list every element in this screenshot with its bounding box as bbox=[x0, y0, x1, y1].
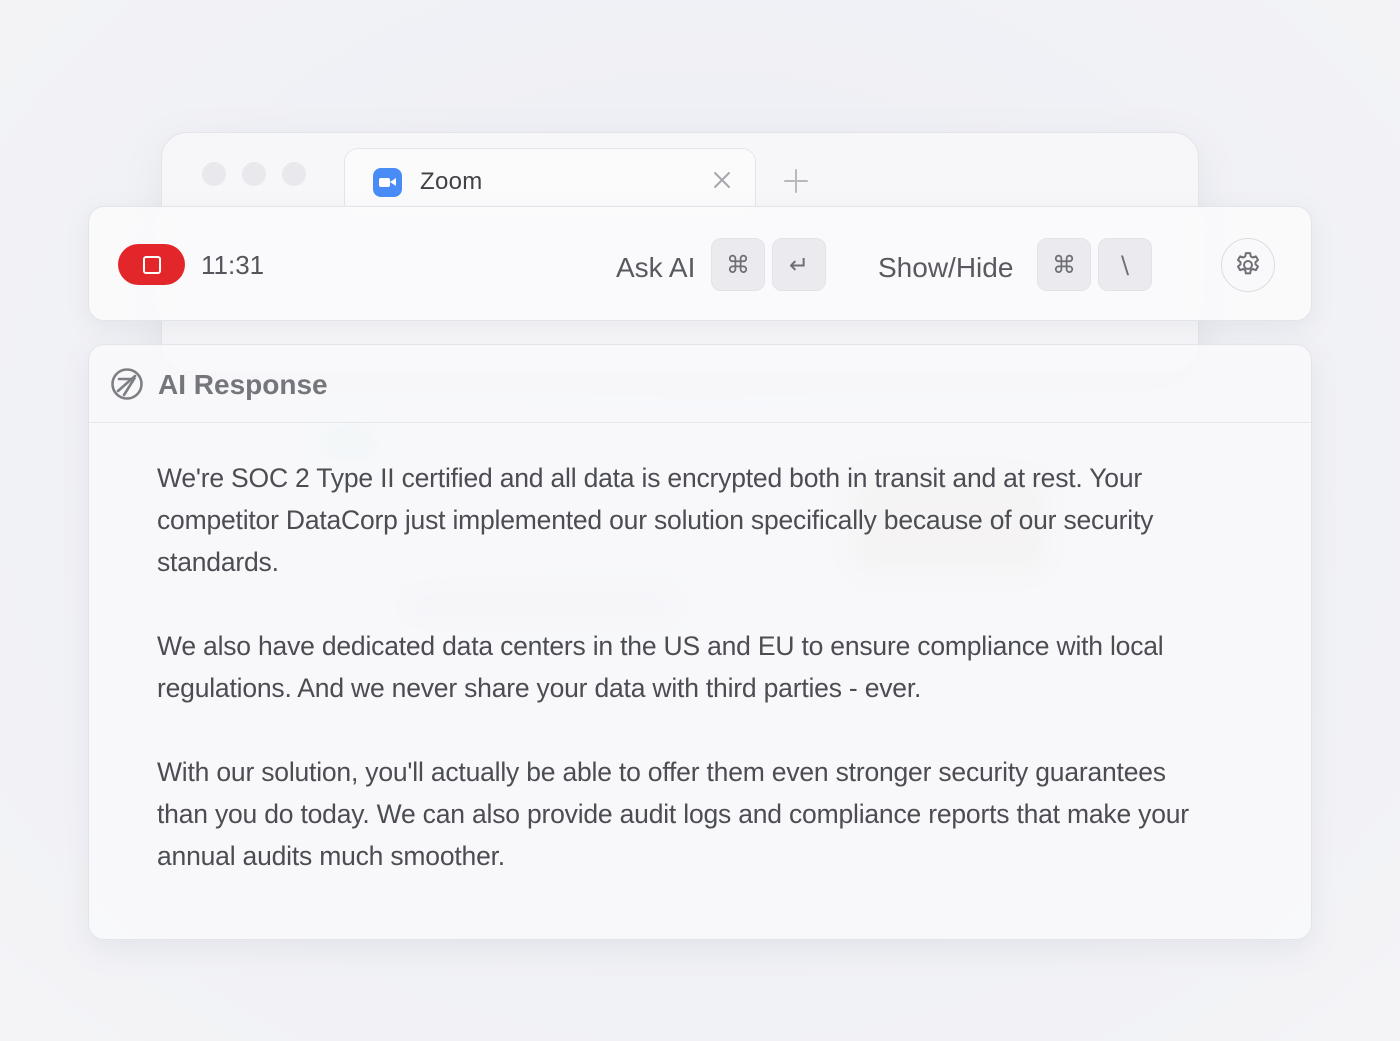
response-paragraph: With our solution, you'll actually be ab… bbox=[157, 757, 1189, 871]
tab-title: Zoom bbox=[420, 168, 483, 195]
ai-response-panel: AI Response We're SOC 2 Type II certifie… bbox=[88, 344, 1312, 940]
close-icon[interactable] bbox=[711, 169, 733, 191]
window-maximize-dot[interactable] bbox=[282, 162, 306, 186]
return-key-icon: ↵ bbox=[772, 238, 826, 291]
backslash-key-icon: \ bbox=[1098, 238, 1152, 291]
stop-square-icon bbox=[143, 256, 161, 274]
command-key-icon: ⌘ bbox=[1037, 238, 1091, 291]
window-close-dot[interactable] bbox=[202, 162, 226, 186]
browser-tab-zoom[interactable]: Zoom bbox=[344, 148, 756, 210]
response-paragraph: We're SOC 2 Type II certified and all da… bbox=[157, 463, 1154, 577]
gear-icon bbox=[1237, 252, 1259, 275]
assistant-toolbar: 11:31 Ask AI ⌘ ↵ Show/Hide ⌘ \ bbox=[88, 206, 1312, 321]
zoom-app-icon bbox=[373, 168, 402, 197]
show-hide-label[interactable]: Show/Hide bbox=[878, 252, 1013, 284]
response-paragraph: We also have dedicated data centers in t… bbox=[157, 631, 1164, 703]
command-key-icon: ⌘ bbox=[711, 238, 765, 291]
ask-ai-label[interactable]: Ask AI bbox=[616, 252, 695, 284]
window-minimize-dot[interactable] bbox=[242, 162, 266, 186]
recording-timer: 11:31 bbox=[201, 250, 265, 280]
ai-aperture-icon bbox=[111, 368, 143, 400]
response-text: We're SOC 2 Type II certified and all da… bbox=[157, 457, 1217, 877]
plus-icon[interactable] bbox=[782, 167, 810, 195]
panel-header: AI Response bbox=[89, 345, 1311, 423]
panel-title: AI Response bbox=[158, 369, 328, 400]
settings-button[interactable] bbox=[1221, 238, 1275, 292]
stop-recording-button[interactable] bbox=[118, 244, 185, 285]
